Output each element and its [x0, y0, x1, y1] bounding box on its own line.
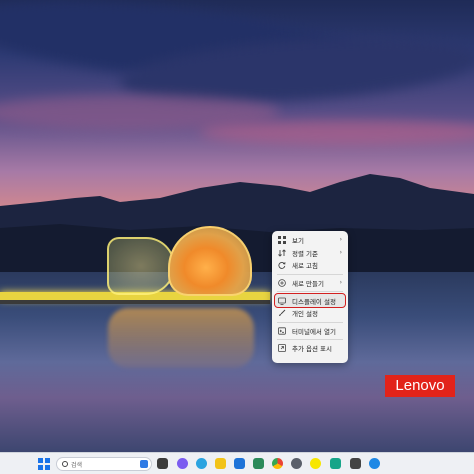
photos-icon[interactable]	[350, 458, 361, 469]
menu-item-label: 보기	[292, 237, 304, 246]
desktop-wallpaper: Lenovo	[0, 0, 474, 452]
file-explorer-icon[interactable]	[215, 458, 226, 469]
search-placeholder: 검색	[71, 461, 83, 469]
chevron-right-icon: ›	[339, 248, 342, 256]
cloud	[200, 120, 474, 145]
settings-icon[interactable]	[291, 458, 302, 469]
desktop-context-menu: 보기 › 정렬 기준 › 새로 고침 새로 만들기 › 디스플레이 설정 개인 …	[272, 231, 348, 363]
windows-logo-icon	[38, 458, 43, 463]
more-options-icon	[278, 344, 286, 353]
kakaotalk-icon[interactable]	[310, 458, 321, 469]
search-highlight-icon	[140, 460, 148, 468]
menu-item-label: 새로 만들기	[292, 280, 324, 289]
menu-item-display-settings[interactable]: 디스플레이 설정	[274, 293, 346, 308]
menu-item-refresh[interactable]: 새로 고침	[275, 259, 345, 272]
windows-logo-icon	[45, 458, 50, 463]
edge-icon[interactable]	[196, 458, 207, 469]
menu-item-label: 새로 고침	[292, 262, 318, 271]
menu-separator	[277, 273, 343, 275]
chat-icon[interactable]	[177, 458, 188, 469]
refresh-icon	[278, 261, 286, 270]
menu-separator	[277, 291, 343, 293]
windows-logo-icon	[38, 465, 43, 470]
taskbar-search-box[interactable]: 검색	[56, 457, 152, 471]
windows-logo-icon	[45, 465, 50, 470]
dock-edge	[0, 300, 270, 304]
bubble-reflection	[108, 308, 254, 368]
lenovo-logo: Lenovo	[385, 375, 455, 397]
menu-separator	[277, 321, 343, 323]
chrome-icon[interactable]	[272, 458, 283, 469]
new-plus-icon	[278, 279, 286, 287]
menu-item-label: 디스플레이 설정	[292, 297, 336, 306]
menu-item-new[interactable]: 새로 만들기 ›	[275, 277, 345, 290]
menu-item-label: 개인 설정	[292, 310, 318, 319]
taskbar: 검색	[0, 452, 474, 474]
menu-item-open-terminal[interactable]: 터미널에서 열기	[275, 325, 345, 338]
menu-item-label: 추가 옵션 표시	[292, 345, 333, 354]
menu-item-label: 터미널에서 열기	[292, 327, 336, 336]
display-icon	[278, 297, 286, 305]
mail-icon[interactable]	[234, 458, 245, 469]
task-view-icon[interactable]	[157, 458, 168, 469]
clear-bubble-tent	[107, 237, 175, 295]
notes-icon[interactable]	[330, 458, 341, 469]
menu-item-label: 정렬 기준	[292, 249, 318, 258]
menu-item-sort-by[interactable]: 정렬 기준 ›	[275, 247, 345, 260]
grid-view-icon	[278, 236, 286, 245]
menu-separator	[277, 339, 343, 341]
store-icon[interactable]	[253, 458, 264, 469]
chevron-right-icon: ›	[339, 236, 342, 243]
chevron-right-icon: ›	[339, 278, 342, 286]
personalize-brush-icon	[278, 309, 286, 317]
app-icon[interactable]	[369, 458, 380, 469]
sort-icon	[278, 249, 286, 257]
start-button[interactable]	[38, 458, 50, 470]
search-icon	[62, 461, 68, 467]
menu-item-show-more-options[interactable]: 추가 옵션 표시	[275, 342, 345, 355]
terminal-icon	[278, 327, 286, 335]
menu-item-view[interactable]: 보기 ›	[275, 234, 345, 247]
menu-item-personalize[interactable]: 개인 설정	[275, 307, 345, 320]
